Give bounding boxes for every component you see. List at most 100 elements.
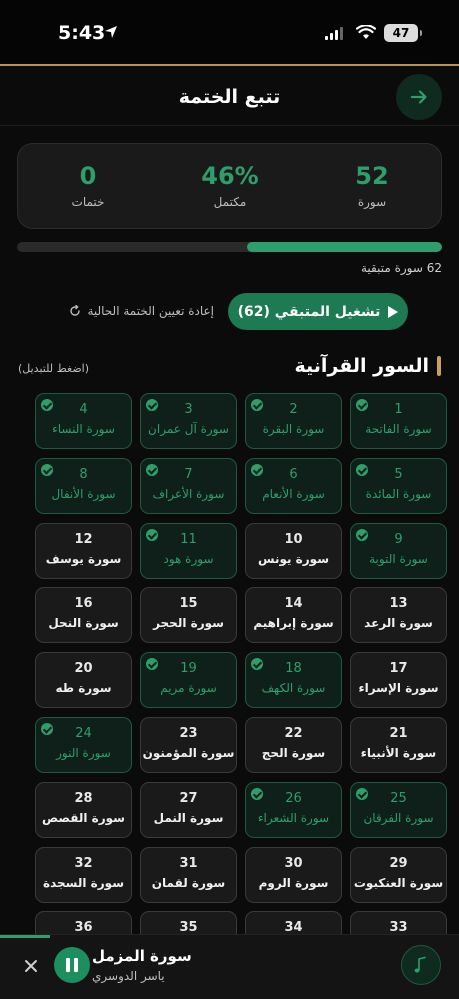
- surah-number: 20: [74, 661, 93, 677]
- surah-tile[interactable]: 31 سورة لقمان: [140, 846, 237, 903]
- surah-tile[interactable]: 8 سورة الأنفال: [35, 457, 132, 514]
- pause-icon-bar: [74, 958, 78, 972]
- surah-name: سورة الفرقان: [363, 810, 434, 825]
- surah-tile[interactable]: 6 سورة الأنعام: [245, 457, 342, 514]
- surah-number: 16: [74, 596, 93, 612]
- checkmark-icon: [356, 787, 368, 800]
- surah-tile[interactable]: 23 سورة المؤمنون: [140, 716, 237, 773]
- surah-number: 29: [389, 855, 408, 871]
- surah-name: سورة الأنفال: [51, 486, 116, 501]
- surah-tile[interactable]: 29 سورة العنكبوت: [350, 846, 447, 903]
- now-playing-title: سورة المزمل: [92, 947, 192, 965]
- status-bar: 5:43 47: [0, 0, 459, 64]
- pause-icon-bar: [66, 958, 70, 972]
- stat-khatmas: 0 ختمات: [33, 162, 143, 209]
- surah-number: 14: [284, 596, 303, 612]
- wifi-icon: [356, 25, 376, 39]
- checkmark-icon: [41, 399, 53, 411]
- surah-name: سورة الحجر: [153, 616, 224, 631]
- surah-name: سورة الأعراف: [152, 486, 225, 501]
- stat-label: مكتمل: [213, 195, 247, 209]
- stat-value: 46%: [201, 162, 259, 190]
- play-remaining-label: تشغيل المتبقي (62): [237, 303, 381, 320]
- surah-number: 12: [74, 531, 93, 547]
- surah-tile[interactable]: 16 سورة النحل: [35, 587, 132, 644]
- surah-name: سورة السجدة: [43, 875, 124, 890]
- checkmark-icon: [356, 399, 368, 411]
- surah-tile[interactable]: 30 سورة الروم: [245, 846, 342, 903]
- surah-name: سورة المؤمنون: [142, 745, 235, 760]
- surah-name: سورة التوبة: [369, 551, 428, 566]
- surah-name: سورة العنكبوت: [353, 875, 444, 890]
- surah-tile[interactable]: 28 سورة القصص: [35, 781, 132, 838]
- pause-button[interactable]: [54, 947, 90, 983]
- surah-name: سورة هود: [163, 551, 214, 566]
- close-icon[interactable]: [22, 957, 40, 975]
- surah-tile[interactable]: 4 سورة النساء: [35, 393, 132, 449]
- surah-tile[interactable]: 15 سورة الحجر: [140, 587, 237, 644]
- surah-tile[interactable]: 26 سورة الشعراء: [245, 781, 342, 838]
- surah-tile[interactable]: 1 سورة الفاتحة: [350, 393, 447, 449]
- surah-number: 36: [74, 920, 93, 936]
- surah-name: سورة الروم: [258, 875, 329, 890]
- checkmark-icon: [146, 399, 158, 411]
- section-title-text: السور القرآنية: [294, 355, 429, 377]
- surah-name: سورة مريم: [160, 681, 217, 696]
- header: تتبع الختمة: [0, 66, 459, 126]
- surah-tile[interactable]: 24 سورة النور: [35, 716, 132, 773]
- back-button[interactable]: [396, 74, 442, 120]
- now-playing-reciter: ياسر الدوسري: [92, 969, 165, 983]
- surah-tile[interactable]: 20 سورة طه: [35, 652, 132, 709]
- location-arrow-icon: [105, 26, 117, 38]
- reset-khatma-label: إعادة تعيين الختمة الحالية: [87, 304, 214, 318]
- page-title: تتبع الختمة: [178, 86, 281, 108]
- player-expand-button[interactable]: [401, 945, 441, 985]
- surah-name: سورة النور: [56, 745, 111, 760]
- surah-name: سورة إبراهيم: [253, 616, 334, 631]
- surah-grid: 1 سورة الفاتحة 2 سورة البقرة 3 سورة آل عمران 4…: [31, 393, 447, 968]
- surah-name: سورة النمل: [153, 810, 224, 825]
- surah-tile[interactable]: 17 سورة الإسراء: [350, 652, 447, 709]
- mini-player: سورة المزمل ياسر الدوسري: [0, 934, 459, 999]
- play-remaining-button[interactable]: تشغيل المتبقي (62): [228, 293, 408, 330]
- surah-tile[interactable]: 19 سورة مريم: [140, 652, 237, 709]
- checkmark-icon: [41, 463, 53, 476]
- surah-tile[interactable]: 14 سورة إبراهيم: [245, 587, 342, 644]
- reset-khatma-button[interactable]: إعادة تعيين الختمة الحالية: [38, 304, 214, 318]
- surah-tile[interactable]: 21 سورة الأنبياء: [350, 716, 447, 773]
- surah-tile[interactable]: 27 سورة النمل: [140, 781, 237, 838]
- surah-tile[interactable]: 25 سورة الفرقان: [350, 781, 447, 838]
- surah-number: 35: [179, 920, 198, 936]
- surah-name: سورة الأنعام: [262, 486, 325, 501]
- surah-name: سورة لقمان: [151, 875, 226, 890]
- surah-tile[interactable]: 13 سورة الرعد: [350, 587, 447, 644]
- stat-label: سورة: [357, 195, 387, 209]
- surah-tile[interactable]: 18 سورة الكهف: [245, 652, 342, 709]
- surah-name: سورة طه: [55, 681, 112, 696]
- checkmark-icon: [356, 528, 368, 541]
- surah-number: 17: [389, 661, 408, 677]
- surah-number: 10: [284, 531, 303, 547]
- surah-tile[interactable]: 12 سورة يوسف: [35, 522, 132, 579]
- stats-card: 52 سورة 46% مكتمل 0 ختمات: [17, 143, 442, 229]
- surah-tile[interactable]: 2 سورة البقرة: [245, 393, 342, 449]
- cellular-signal-icon: [325, 27, 343, 40]
- khatma-progress-bar: [17, 242, 442, 252]
- surah-tile[interactable]: 9 سورة التوبة: [350, 522, 447, 579]
- surah-tile[interactable]: 11 سورة هود: [140, 522, 237, 579]
- surah-name: سورة آل عمران: [148, 422, 229, 436]
- checkmark-icon: [146, 463, 158, 476]
- checkmark-icon: [41, 722, 53, 735]
- surah-number: 15: [179, 596, 198, 612]
- surah-name: سورة يوسف: [45, 551, 122, 566]
- surah-tile[interactable]: 22 سورة الحج: [245, 716, 342, 773]
- music-note-icon: [414, 956, 426, 973]
- surah-number: 13: [389, 596, 408, 612]
- surah-tile[interactable]: 3 سورة آل عمران: [140, 393, 237, 449]
- surah-tile[interactable]: 10 سورة يونس: [245, 522, 342, 579]
- surah-name: سورة الأنبياء: [360, 745, 437, 760]
- surah-tile[interactable]: 32 سورة السجدة: [35, 846, 132, 903]
- surah-tile[interactable]: 7 سورة الأعراف: [140, 457, 237, 514]
- stat-value: 52: [355, 162, 389, 190]
- surah-tile[interactable]: 5 سورة المائدة: [350, 457, 447, 514]
